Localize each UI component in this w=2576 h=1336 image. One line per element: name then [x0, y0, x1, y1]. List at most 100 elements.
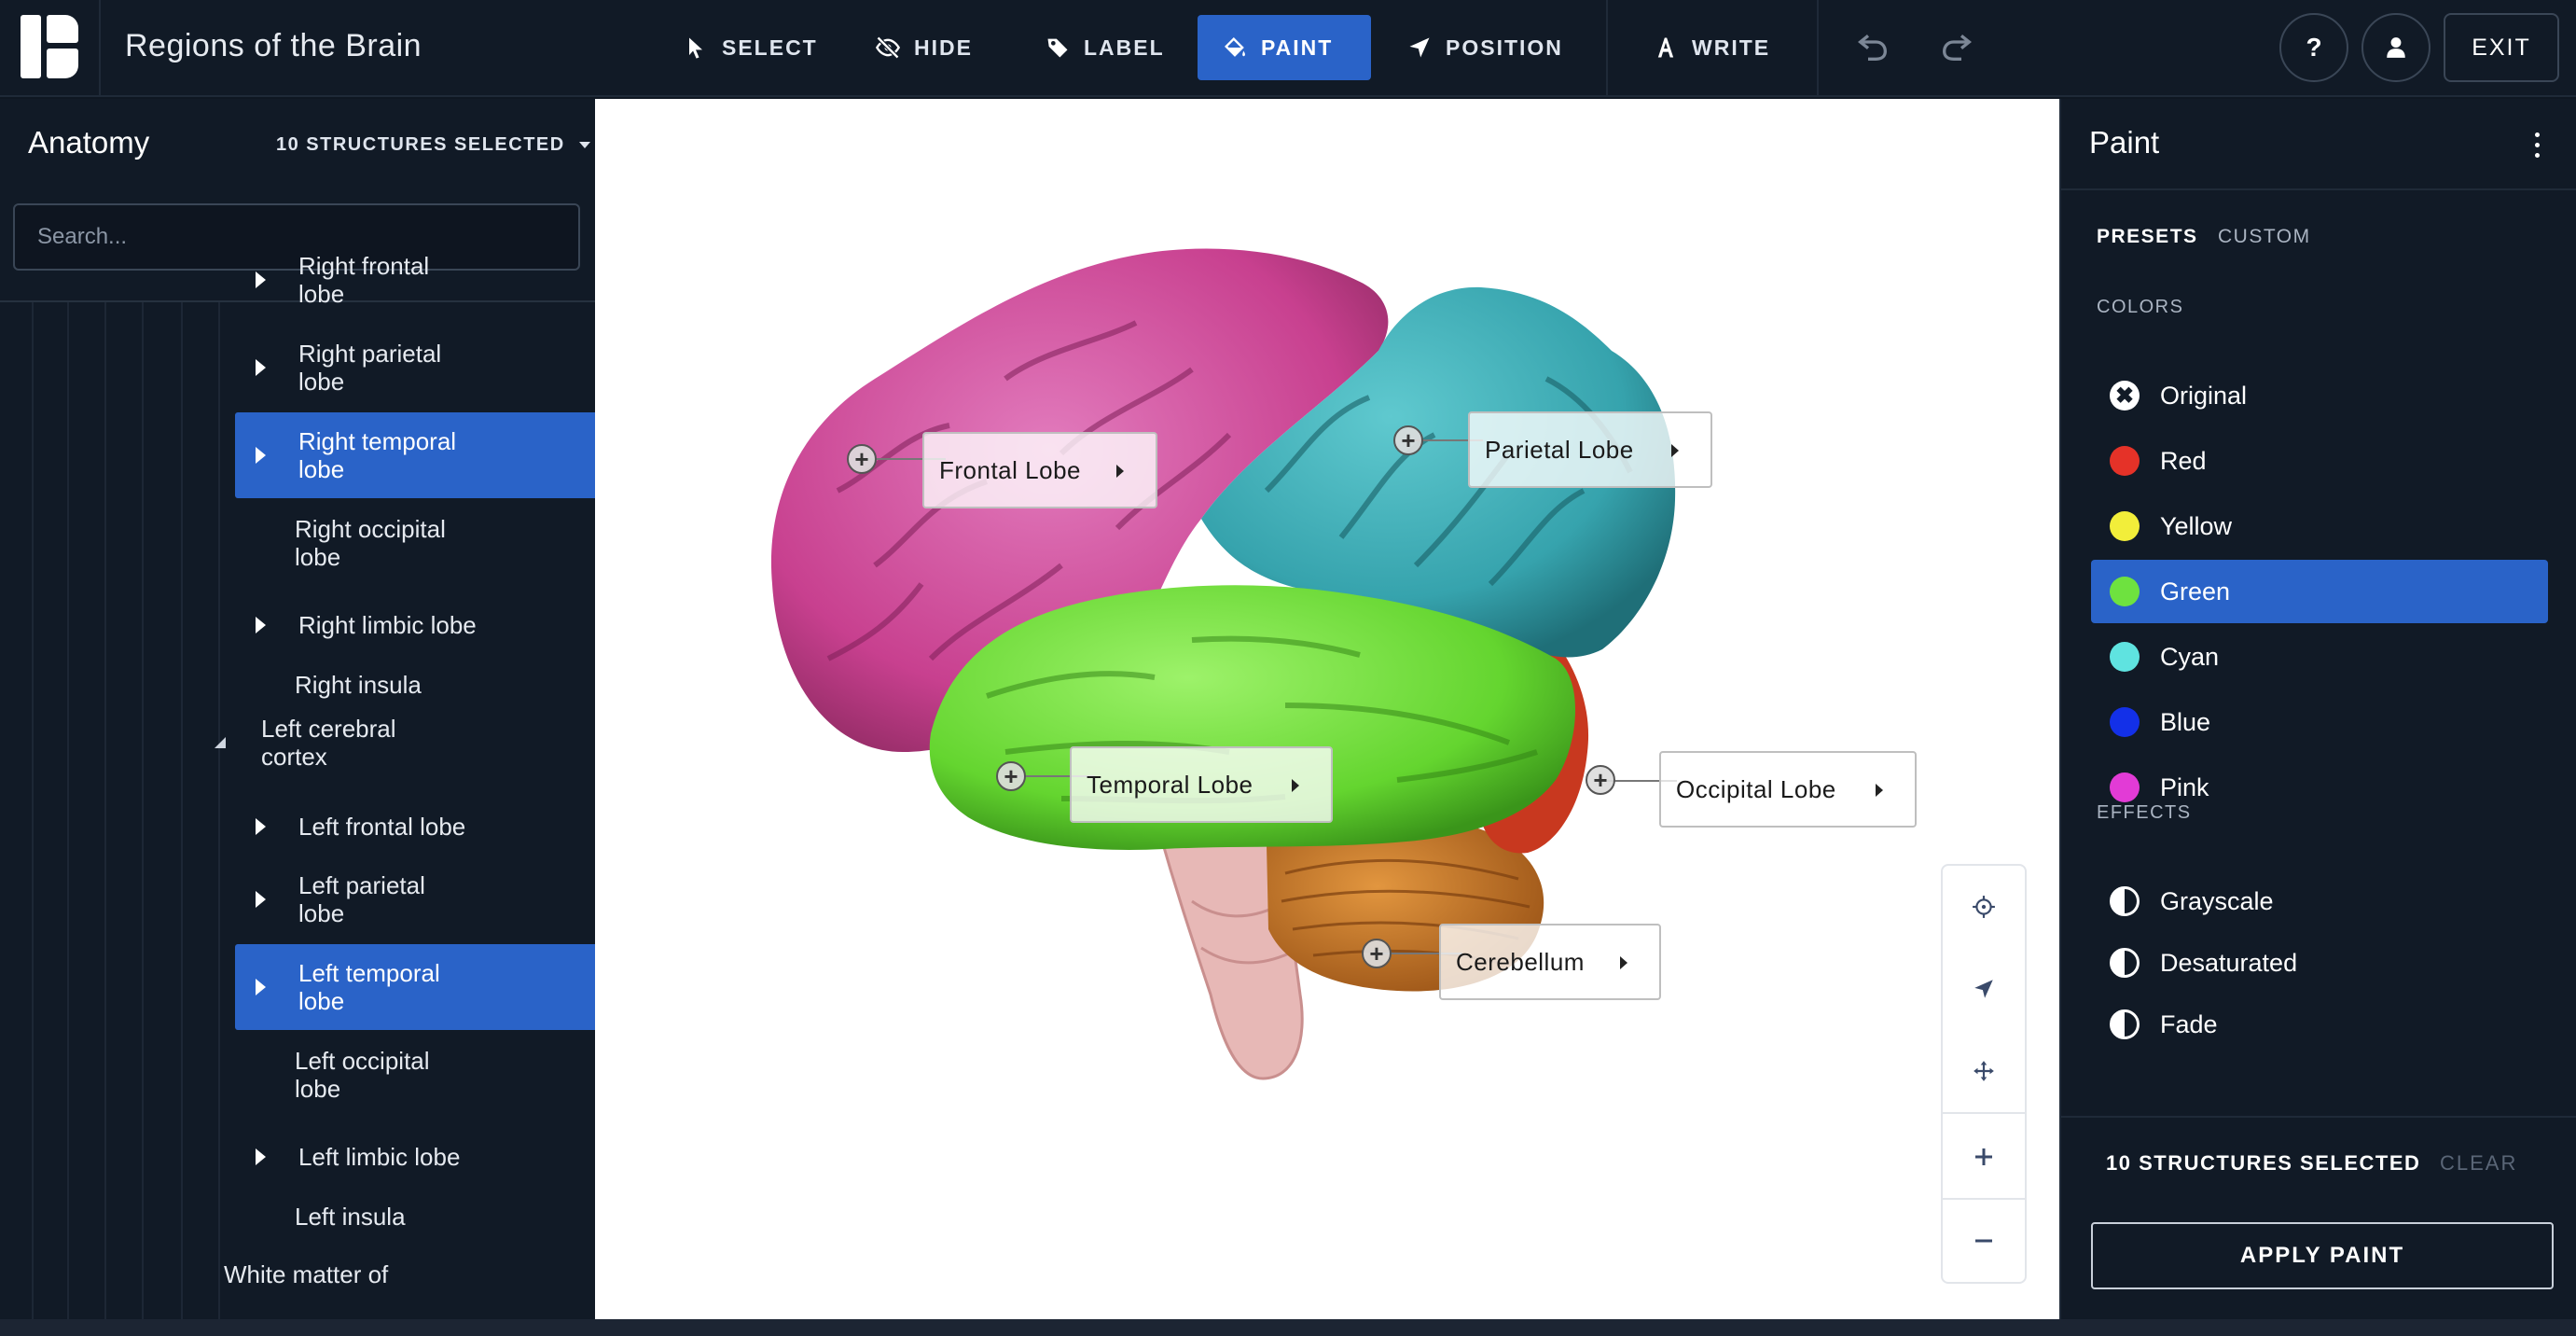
tool-select-button[interactable]: SELECT — [658, 15, 842, 80]
label-cerebellum[interactable]: Cerebellum — [1439, 924, 1661, 1000]
color-option-cyan[interactable]: Cyan — [2091, 625, 2548, 689]
label-frontal-text: Frontal Lobe — [939, 455, 1081, 484]
exit-button[interactable]: EXIT — [2444, 13, 2559, 82]
tree-item[interactable]: Left cerebral cortex — [215, 711, 595, 774]
tree-item[interactable]: Right limbic lobe — [235, 605, 595, 646]
tool-hide-button[interactable]: HIDE — [851, 15, 997, 80]
pin-parietal-icon[interactable]: + — [1393, 425, 1423, 455]
selected-count: 10 STRUCTURES SELECTED — [2106, 1151, 2421, 1175]
rotate-button[interactable] — [1943, 948, 2025, 1030]
effect-option-grayscale[interactable]: Grayscale — [2091, 870, 2548, 933]
effect-option-desaturated[interactable]: Desaturated — [2091, 931, 2548, 995]
zoom-in-button[interactable] — [1943, 1116, 2025, 1198]
tree-item-label: Right parietal lobe — [298, 340, 442, 396]
help-button[interactable]: ? — [2279, 13, 2348, 82]
tree-item-label: Right limbic lobe — [298, 611, 477, 639]
apply-paint-button[interactable]: APPLY PAINT — [2091, 1222, 2554, 1289]
caret-right-icon[interactable] — [256, 891, 266, 908]
structures-selected-label: 10 STRUCTURES SELECTED — [276, 134, 565, 155]
tree-guide-line — [67, 302, 69, 1319]
pan-button[interactable] — [1943, 1030, 2025, 1112]
redo-icon[interactable] — [1938, 28, 1975, 65]
caret-down-icon[interactable] — [215, 737, 226, 748]
text-a-icon — [1657, 37, 1674, 58]
tree-guide-line — [181, 302, 183, 1319]
toolbar-separator — [1606, 0, 1608, 97]
caret-right-icon[interactable] — [256, 271, 266, 288]
paint-bucket-icon — [1225, 37, 1245, 57]
effect-label: Grayscale — [2160, 886, 2274, 915]
brain-model[interactable] — [595, 99, 2059, 1319]
structures-selected-dropdown[interactable]: 10 STRUCTURES SELECTED — [276, 134, 590, 156]
tool-paint-button[interactable]: PAINT — [1198, 15, 1371, 80]
tab-presets[interactable]: PRESETS — [2097, 226, 2198, 248]
half-circle-icon — [2110, 948, 2140, 978]
color-option-yellow[interactable]: Yellow — [2091, 494, 2548, 558]
zoom-out-button[interactable] — [1943, 1200, 2025, 1282]
pin-frontal-icon[interactable]: + — [847, 444, 877, 474]
top-toolbar: Regions of the Brain SELECT HIDE LABEL P… — [0, 0, 2576, 97]
color-option-red[interactable]: Red — [2091, 429, 2548, 493]
cursor-icon — [689, 37, 702, 59]
account-button[interactable] — [2361, 13, 2431, 82]
pin-temporal-icon[interactable]: + — [996, 761, 1026, 791]
tree-item[interactable]: Left frontal lobe — [235, 806, 595, 847]
paint-panel: Paint PRESETS CUSTOM COLORS ✖ Original Red… — [2059, 99, 2576, 1319]
caret-right-icon[interactable] — [256, 1148, 266, 1165]
controls-divider — [1943, 1112, 2025, 1114]
effect-option-fade[interactable]: Fade — [2091, 993, 2548, 1056]
user-icon — [2387, 37, 2405, 58]
tree-item-label: Left insula — [295, 1203, 406, 1231]
tool-label-button[interactable]: LABEL — [1020, 15, 1189, 80]
label-occipital-lobe[interactable]: Occipital Lobe — [1659, 751, 1917, 828]
tree-item[interactable]: Right temporal lobe — [235, 412, 595, 498]
more-options-icon[interactable] — [2533, 132, 2541, 160]
label-temporal-lobe[interactable]: Temporal Lobe — [1070, 746, 1333, 823]
tree-item[interactable]: Left insula — [235, 1196, 595, 1237]
tree-item[interactable]: Left temporal lobe — [235, 944, 595, 1030]
color-label: Pink — [2160, 772, 2209, 801]
label-parietal-lobe[interactable]: Parietal Lobe — [1468, 411, 1712, 488]
reset-color-icon: ✖ — [2110, 381, 2140, 411]
caret-right-icon[interactable] — [256, 617, 266, 633]
tree-item-label: Left limbic lobe — [298, 1143, 461, 1171]
caret-right-icon[interactable] — [256, 359, 266, 376]
tree-item[interactable]: Left parietal lobe — [235, 868, 595, 931]
3d-viewer[interactable]: + Frontal Lobe + Parietal Lobe + Tempora… — [595, 99, 2059, 1319]
tree-item[interactable]: Right frontal lobe — [235, 248, 595, 312]
app-logo-icon[interactable] — [21, 15, 78, 78]
tree-guide-line — [218, 302, 220, 1319]
tree-item[interactable]: Right occipital lobe — [235, 511, 595, 575]
caret-right-icon[interactable] — [256, 979, 266, 995]
tool-select-label: SELECT — [722, 35, 818, 60]
color-option-blue[interactable]: Blue — [2091, 690, 2548, 754]
tree-guide-line — [32, 302, 34, 1319]
pin-cerebellum-icon[interactable]: + — [1362, 939, 1392, 968]
tree-item[interactable]: Right insula — [235, 664, 595, 705]
tree-item[interactable]: Left limbic lobe — [235, 1136, 595, 1177]
tool-write-button[interactable]: WRITE — [1628, 15, 1794, 80]
color-option-green[interactable]: Green — [2091, 560, 2548, 623]
pin-occipital-icon[interactable]: + — [1586, 765, 1615, 795]
panel-divider — [2061, 188, 2576, 190]
tree-item[interactable]: White matter of — [224, 1254, 595, 1295]
half-circle-icon — [2110, 1009, 2140, 1039]
tab-custom[interactable]: CUSTOM — [2218, 226, 2311, 248]
tool-position-button[interactable]: POSITION — [1382, 15, 1587, 80]
tree-item[interactable]: Left occipital lobe — [235, 1043, 595, 1106]
color-swatch — [2110, 642, 2140, 672]
color-label: Yellow — [2160, 511, 2233, 540]
caret-right-icon — [1116, 465, 1124, 478]
undo-icon[interactable] — [1854, 28, 1891, 65]
color-option-original[interactable]: ✖ Original — [2091, 364, 2548, 427]
caret-right-icon[interactable] — [256, 818, 266, 835]
reset-view-button[interactable] — [1943, 866, 2025, 948]
tree-item[interactable]: Right parietal lobe — [235, 336, 595, 399]
label-cerebellum-text: Cerebellum — [1456, 947, 1585, 976]
label-frontal-lobe[interactable]: Frontal Lobe — [922, 432, 1157, 508]
caret-right-icon[interactable] — [256, 447, 266, 464]
clear-button[interactable]: CLEAR — [2440, 1151, 2517, 1176]
effects-heading: EFFECTS — [2097, 802, 2192, 823]
plus-icon — [1975, 1148, 1992, 1165]
color-swatch — [2110, 707, 2140, 737]
